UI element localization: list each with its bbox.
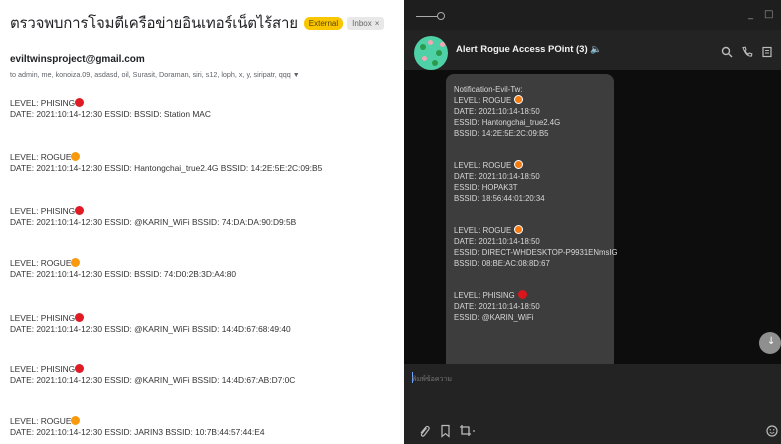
red-circle-icon (75, 206, 85, 215)
alert-entry: LEVEL: ROGUE DATE: 2021:10:14-12:30 ESSID… (10, 416, 265, 438)
inbox-label-text: Inbox (352, 18, 372, 28)
message-level: LEVEL: PHISING (454, 291, 515, 300)
chevron-down-icon[interactable]: ▼ (293, 72, 300, 79)
orange-circle-icon (71, 152, 81, 161)
message-level-line: LEVEL: ROGUE (454, 95, 606, 106)
email-subject: ตรวจพบการโจมตีเครือข่ายอินเทอร์เน็ตไร้สา… (10, 14, 298, 32)
alert-entry: LEVEL: PHISING DATE: 2021:10:14-12:30 ESS… (10, 364, 295, 386)
message-bssid: BSSID: 08:BE:AC:08:8D:67 (454, 259, 550, 268)
minimize-button[interactable]: _ (748, 9, 753, 20)
entry-detail: DATE: 2021:10:14-12:30 ESSID: BSSID: Sta… (10, 109, 211, 119)
entry-level-line: LEVEL: PHISING (10, 313, 291, 324)
entry-detail: DATE: 2021:10:14-12:30 ESSID: @KARIN_WiF… (10, 217, 297, 227)
message-block: LEVEL: PHISING DATE: 2021:10:14-18:50 ESSI… (454, 290, 606, 323)
message-essid: ESSID: HOPAK3T (454, 183, 518, 192)
entry-level: LEVEL: PHISING (10, 364, 76, 374)
message-date: DATE: 2021:10:14-18:50 (454, 302, 540, 311)
orange-circle-icon (514, 95, 524, 104)
menu-icon[interactable] (761, 46, 773, 58)
message-level: LEVEL: ROGUE (454, 96, 512, 105)
entry-detail: DATE: 2021:10:14-12:30 ESSID: JARIN3 BSS… (10, 427, 265, 437)
sender-address[interactable]: eviltwinsproject@gmail.com (10, 54, 145, 65)
entry-level: LEVEL: PHISING (10, 98, 76, 108)
orange-circle-icon (71, 416, 81, 425)
entry-level: LEVEL: ROGUE (10, 152, 72, 162)
composer (404, 364, 781, 444)
entry-level-line: LEVEL: ROGUE (10, 152, 322, 163)
alert-entry: LEVEL: ROGUE DATE: 2021:10:14-12:30 ESSID… (10, 152, 322, 174)
recipients-line[interactable]: to admin, me, konoiza.09, asdasd, oil, S… (10, 70, 400, 79)
entry-level-line: LEVEL: ROGUE (10, 258, 236, 269)
entry-detail: DATE: 2021:10:14-12:30 ESSID: Hantongcha… (10, 163, 323, 173)
entry-detail: DATE: 2021:10:14-12:30 ESSID: BSSID: 74:… (10, 269, 237, 279)
message-essid: ESSID: Hantongchai_true2.4G (454, 118, 561, 127)
message-block: LEVEL: ROGUE DATE: 2021:10:14-18:50 ESSID:… (454, 160, 606, 204)
scroll-down-icon: ↓ (767, 336, 776, 347)
group-avatar[interactable] (414, 36, 448, 70)
message-level: LEVEL: ROGUE (454, 226, 512, 235)
inbox-label[interactable]: Inbox × (347, 16, 385, 30)
bookmark-icon[interactable] (440, 424, 451, 438)
message-input[interactable] (412, 370, 752, 388)
attach-icon[interactable] (418, 424, 430, 438)
message-level-line: LEVEL: ROGUE (454, 225, 606, 236)
message-header: Notification-Evil-Tw: (454, 85, 523, 94)
message-date: DATE: 2021:10:14-18:50 (454, 107, 540, 116)
scroll-down-button[interactable]: ↓ (759, 332, 781, 354)
entry-level: LEVEL: PHISING (10, 206, 76, 216)
external-badge: External (303, 16, 344, 30)
emoji-icon[interactable] (766, 424, 778, 438)
alert-entry: LEVEL: PHISING DATE: 2021:10:14-12:30 ESS… (10, 313, 291, 335)
message-date: DATE: 2021:10:14-18:50 (454, 172, 540, 181)
red-circle-icon (75, 364, 85, 373)
entry-level: LEVEL: PHISING (10, 313, 76, 323)
alert-entry: LEVEL: PHISING DATE: 2021:10:14-12:30 ESS… (10, 98, 211, 120)
orange-circle-icon (71, 258, 81, 267)
crop-icon[interactable] (459, 424, 477, 438)
message-date: DATE: 2021:10:14-18:50 (454, 237, 540, 246)
telegram-window: _ □ Alert Rogue Access POint (3) 🔈 Notif… (404, 0, 781, 444)
chat-header[interactable]: Alert Rogue Access POint (3) 🔈 (404, 30, 781, 70)
message-block: LEVEL: ROGUE DATE: 2021:10:14-18:50 ESSID:… (454, 95, 606, 139)
message-bssid: BSSID: 18:56:44:01:20:34 (454, 194, 545, 203)
search-icon[interactable] (721, 46, 733, 58)
email-pane: ตรวจพบการโจมตีเครือข่ายอินเทอร์เน็ตไร้สา… (0, 0, 404, 444)
red-circle-icon (75, 313, 85, 322)
entry-level-line: LEVEL: PHISING (10, 364, 295, 375)
remove-label-icon[interactable]: × (375, 19, 380, 28)
entry-level: LEVEL: ROGUE (10, 258, 72, 268)
message-block: LEVEL: ROGUE DATE: 2021:10:14-18:50 ESSID:… (454, 225, 618, 269)
message-level-line: LEVEL: ROGUE (454, 160, 606, 171)
entry-level: LEVEL: ROGUE (10, 416, 72, 426)
telegram-logo-icon (416, 16, 438, 17)
subject-row: ตรวจพบการโจมตีเครือข่ายอินเทอร์เน็ตไร้สา… (10, 12, 398, 34)
alert-entry: LEVEL: ROGUE DATE: 2021:10:14-12:30 ESSID… (10, 258, 236, 280)
red-circle-icon (75, 98, 85, 107)
message-bubble[interactable]: Notification-Evil-Tw: LEVEL: ROGUE DATE: … (446, 74, 618, 364)
entry-detail: DATE: 2021:10:14-12:30 ESSID: @KARIN_WiF… (10, 375, 296, 385)
title-bar: _ □ (404, 0, 781, 30)
message-level: LEVEL: ROGUE (454, 161, 512, 170)
message-bssid: BSSID: 14:2E:5E:2C:09:B5 (454, 129, 549, 138)
red-circle-icon (517, 290, 527, 299)
message-level-line: LEVEL: PHISING (454, 290, 606, 301)
orange-circle-icon (514, 160, 524, 169)
message-blocks: LEVEL: ROGUE DATE: 2021:10:14-18:50 ESSID:… (454, 95, 618, 323)
orange-circle-icon (514, 225, 524, 234)
telegram-logo-ring-icon (437, 12, 445, 20)
entry-level-line: LEVEL: ROGUE (10, 416, 265, 427)
message-area[interactable]: Notification-Evil-Tw: LEVEL: ROGUE DATE: … (404, 70, 781, 364)
chat-title[interactable]: Alert Rogue Access POint (3) 🔈 (456, 44, 602, 55)
alert-entry: LEVEL: PHISING DATE: 2021:10:14-12:30 ESS… (10, 206, 296, 228)
message-essid: ESSID: DIRECT-WHDESKTOP-P9931ENmsIG (454, 248, 618, 257)
message-essid: ESSID: @KARIN_WiFi (454, 313, 534, 322)
entry-detail: DATE: 2021:10:14-12:30 ESSID: @KARIN_WiF… (10, 324, 291, 334)
phone-icon[interactable] (741, 46, 753, 58)
recipients-text: to admin, me, konoiza.09, asdasd, oil, S… (10, 70, 291, 79)
maximize-button[interactable]: □ (764, 9, 773, 20)
entry-level-line: LEVEL: PHISING (10, 206, 296, 217)
entry-level-line: LEVEL: PHISING (10, 98, 211, 109)
